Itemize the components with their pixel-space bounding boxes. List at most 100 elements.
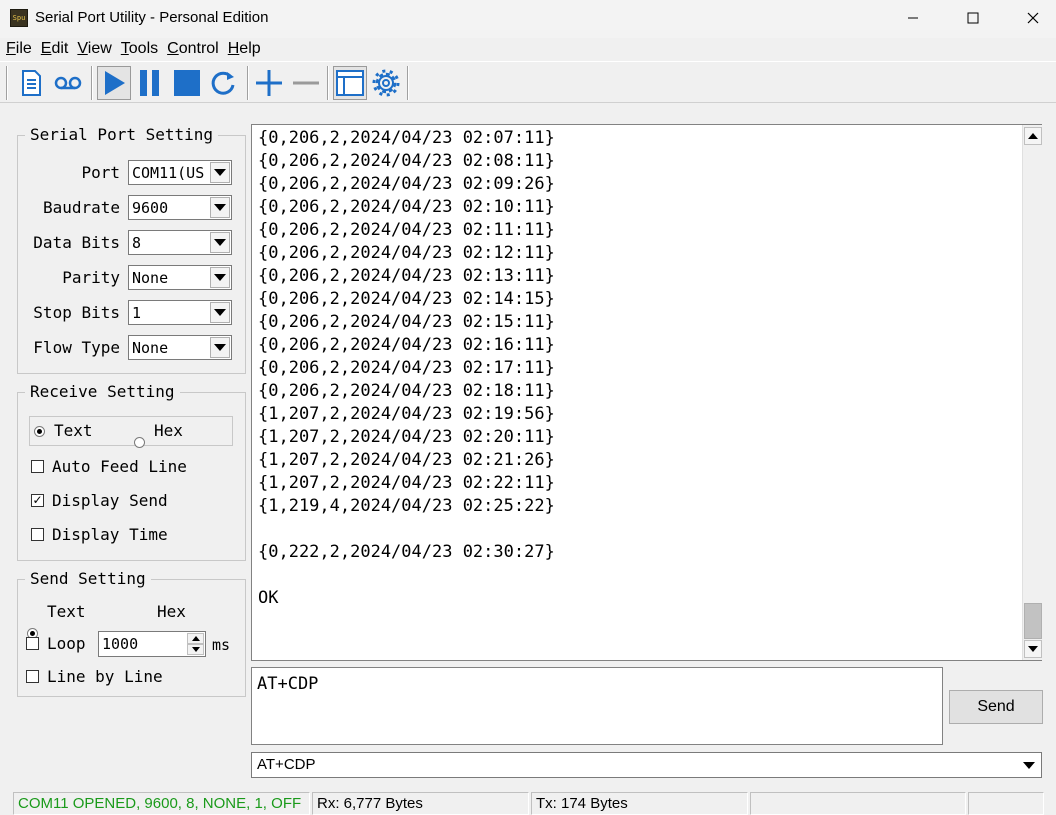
auto-feed-line-label: Auto Feed Line (52, 457, 187, 476)
minimize-icon (908, 17, 918, 19)
menu-view-label: View (77, 40, 112, 57)
status-tx: Tx: 174 Bytes (531, 792, 748, 815)
menu-tools[interactable]: Tools (115, 38, 161, 60)
pause-button[interactable] (133, 66, 167, 100)
send-text-label: Text (47, 602, 86, 621)
minus-icon (293, 81, 319, 85)
close-icon (1027, 12, 1039, 24)
display-time-label: Display Time (52, 525, 168, 544)
receive-log-line: {0,206,2,2024/04/23 02:11:11} (258, 220, 555, 240)
start-button[interactable] (97, 66, 131, 100)
receive-log-line: {1,207,2,2024/04/23 02:19:56} (258, 404, 555, 424)
menu-edit-label: Edit (40, 40, 69, 57)
window-icon (336, 70, 364, 96)
app-icon: Spu (10, 9, 28, 27)
port-select[interactable]: COM11(US (128, 160, 232, 185)
menu-control[interactable]: Control (161, 38, 222, 60)
gear-icon (372, 69, 400, 97)
stop-button[interactable] (170, 66, 204, 100)
line-by-line-checkbox[interactable] (26, 670, 39, 683)
loop-interval-value: 1000 (102, 635, 139, 653)
menu-control-label: Control (167, 40, 219, 57)
receive-log-line: {0,206,2,2024/04/23 02:13:11} (258, 266, 555, 286)
display-time-checkbox[interactable] (31, 528, 44, 541)
receive-log-line: {0,206,2,2024/04/23 02:12:11} (258, 243, 555, 263)
loop-unit-label: ms (212, 636, 231, 654)
receive-hex-label: Hex (154, 421, 183, 440)
menu-tools-label: Tools (120, 40, 159, 57)
pause-icon (140, 70, 159, 96)
receive-scrollbar[interactable] (1022, 125, 1042, 660)
menu-file[interactable]: File (0, 38, 35, 60)
stepper-down-button[interactable] (187, 644, 204, 655)
stepper-up-button[interactable] (187, 633, 204, 644)
scroll-down-button[interactable] (1024, 640, 1042, 658)
baudrate-select[interactable]: 9600 (128, 195, 232, 220)
chevron-down-icon (1019, 755, 1039, 775)
send-history-select[interactable]: AT+CDP (251, 752, 1042, 778)
send-hex-label: Hex (157, 602, 186, 621)
refresh-button[interactable] (206, 66, 240, 100)
status-empty-2 (968, 792, 1044, 815)
menu-help[interactable]: Help (222, 38, 264, 60)
maximize-button[interactable] (950, 0, 996, 36)
display-send-label: Display Send (52, 491, 168, 510)
toolbar-separator (247, 66, 249, 100)
stop-bits-select[interactable]: 1 (128, 300, 232, 325)
receive-log-line: {1,207,2,2024/04/23 02:20:11} (258, 427, 555, 447)
scroll-up-button[interactable] (1024, 127, 1042, 145)
menu-file-label: File (6, 40, 32, 57)
receive-log-line: {0,222,2,2024/04/23 02:30:27} (258, 542, 555, 562)
settings-button[interactable] (369, 66, 403, 100)
chevron-down-icon (210, 337, 230, 358)
status-rx: Rx: 6,777 Bytes (312, 792, 529, 815)
maximize-icon (967, 12, 979, 24)
flow-type-select[interactable]: None (128, 335, 232, 360)
scrollbar-thumb[interactable] (1024, 603, 1042, 639)
send-input[interactable]: AT+CDP (251, 667, 943, 745)
receive-log-line: {1,207,2,2024/04/23 02:21:26} (258, 450, 555, 470)
receive-log-line: {0,206,2,2024/04/23 02:09:26} (258, 174, 555, 194)
loop-checkbox[interactable] (26, 637, 39, 650)
menu-view[interactable]: View (71, 38, 114, 60)
receive-log-line: {0,206,2,2024/04/23 02:07:11} (258, 128, 555, 148)
parity-value: None (132, 268, 169, 287)
send-history-value: AT+CDP (257, 756, 316, 773)
receive-log-line: {0,206,2,2024/04/23 02:08:11} (258, 151, 555, 171)
stop-bits-value: 1 (132, 303, 142, 322)
loop-interval-stepper[interactable]: 1000 (98, 631, 206, 657)
receive-text-area[interactable]: {0,206,2,2024/04/23 02:07:11} {0,206,2,20… (251, 124, 1042, 661)
serial-port-setting-title: Serial Port Setting (25, 125, 219, 144)
window-button[interactable] (333, 66, 367, 100)
remove-button[interactable] (289, 66, 323, 100)
parity-select[interactable]: None (128, 265, 232, 290)
send-button[interactable]: Send (949, 690, 1043, 724)
stop-icon (174, 70, 200, 96)
toolbar-separator (327, 66, 329, 100)
add-button[interactable] (252, 66, 286, 100)
receive-log-line: {0,206,2,2024/04/23 02:17:11} (258, 358, 555, 378)
baudrate-label: Baudrate (42, 198, 120, 217)
toolbar-separator (407, 66, 409, 100)
status-connection: COM11 OPENED, 9600, 8, NONE, 1, OFF (13, 792, 310, 815)
status-empty-1 (750, 792, 966, 815)
display-send-checkbox[interactable]: ✓ (31, 494, 44, 507)
new-document-button[interactable] (14, 66, 48, 100)
receive-text-radio[interactable] (34, 426, 45, 437)
cassette-icon (54, 76, 82, 90)
arrow-up-icon (1028, 133, 1038, 139)
menu-edit[interactable]: Edit (35, 38, 72, 60)
receive-log: {0,206,2,2024/04/23 02:07:11} {0,206,2,20… (258, 127, 555, 610)
data-bits-select[interactable]: 8 (128, 230, 232, 255)
minimize-button[interactable] (890, 0, 936, 36)
record-button[interactable] (51, 66, 85, 100)
send-setting-title: Send Setting (25, 569, 151, 588)
flow-type-label: Flow Type (33, 338, 120, 357)
flow-type-value: None (132, 338, 169, 357)
receive-log-line: {0,206,2,2024/04/23 02:18:11} (258, 381, 555, 401)
receive-log-line: {1,207,2,2024/04/23 02:22:11} (258, 473, 555, 493)
auto-feed-line-checkbox[interactable] (31, 460, 44, 473)
receive-hex-radio[interactable] (134, 437, 145, 448)
document-icon (22, 70, 41, 96)
close-button[interactable] (1010, 0, 1056, 36)
